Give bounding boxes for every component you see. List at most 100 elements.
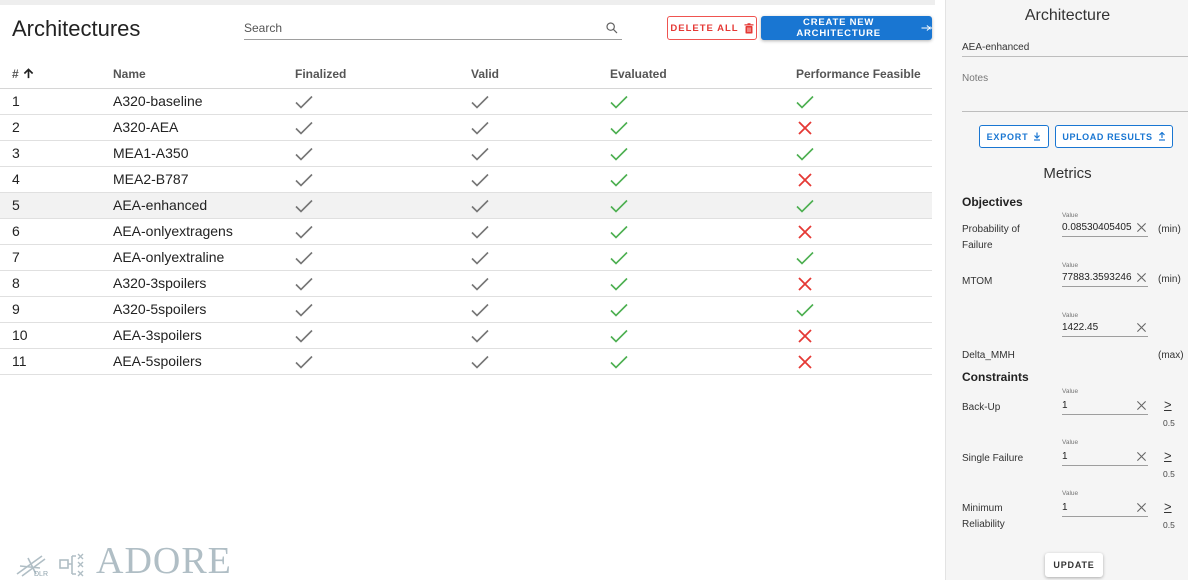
- constraint-threshold: 0.5: [1163, 520, 1175, 530]
- objective-direction: (max): [1158, 350, 1184, 361]
- trash-icon: [744, 22, 754, 33]
- objective-value-input[interactable]: 1422.45: [1062, 321, 1148, 337]
- page-title: Architectures: [12, 16, 141, 41]
- architectures-panel: Architectures DELETE ALL CREATE NEW ARCH…: [0, 0, 945, 580]
- column-header-number[interactable]: #: [0, 60, 113, 89]
- table-row[interactable]: 5 AEA-enhanced: [0, 192, 932, 219]
- close-icon[interactable]: [1136, 451, 1147, 462]
- table-row[interactable]: 3 MEA1-A350: [0, 140, 932, 167]
- table-row[interactable]: 4 MEA2-B787: [0, 166, 932, 193]
- check-icon: [471, 304, 489, 317]
- row-valid: [471, 192, 610, 219]
- table-row[interactable]: 8 A320-3spoilers: [0, 270, 932, 297]
- arrow-up-icon[interactable]: [23, 67, 34, 79]
- check-icon: [610, 278, 628, 291]
- architecture-name-value: AEA-enhanced: [962, 42, 1030, 53]
- row-valid: [471, 322, 610, 349]
- row-valid: [471, 244, 610, 271]
- row-valid: [471, 270, 610, 297]
- row-valid: [471, 296, 610, 323]
- table-row[interactable]: 9 A320-5spoilers: [0, 296, 932, 323]
- column-header-evaluated[interactable]: Evaluated: [610, 60, 796, 89]
- metric-value: 1: [1062, 451, 1068, 462]
- row-performance-feasible: [796, 270, 932, 297]
- check-icon: [471, 330, 489, 343]
- table-row[interactable]: 2 A320-AEA: [0, 114, 932, 141]
- create-architecture-button[interactable]: CREATE NEW ARCHITECTURE: [761, 16, 932, 40]
- check-icon: [471, 200, 489, 213]
- constraint-value-input[interactable]: 1: [1062, 450, 1148, 466]
- close-icon[interactable]: [1136, 400, 1147, 411]
- cross-icon: [798, 173, 812, 187]
- row-performance-feasible: [796, 244, 932, 271]
- check-icon: [796, 96, 814, 109]
- check-icon: [610, 148, 628, 161]
- arrow-link-icon: [921, 25, 932, 31]
- constraint-operator: >: [1164, 499, 1172, 514]
- top-divider: [0, 0, 935, 5]
- close-icon[interactable]: [1136, 502, 1147, 513]
- row-name: MEA2-B787: [113, 166, 295, 193]
- check-icon: [610, 174, 628, 187]
- logo-org-text: DLR: [34, 571, 49, 578]
- column-header-name[interactable]: Name: [113, 60, 295, 89]
- constraint-value-input[interactable]: 1: [1062, 501, 1148, 517]
- upload-results-button[interactable]: UPLOAD RESULTS: [1055, 125, 1173, 148]
- row-performance-feasible: [796, 218, 932, 245]
- row-evaluated: [610, 192, 796, 219]
- metric-label: Single Failure: [962, 453, 1024, 464]
- column-header-finalized[interactable]: Finalized: [295, 60, 471, 89]
- export-button[interactable]: EXPORT: [979, 125, 1049, 148]
- download-icon: [1034, 132, 1041, 141]
- column-header-performance-feasible[interactable]: Performance Feasible: [796, 60, 932, 89]
- close-icon[interactable]: [1136, 322, 1147, 333]
- row-evaluated: [610, 140, 796, 167]
- row-performance-feasible: [796, 140, 932, 167]
- row-number: 5: [0, 192, 113, 219]
- close-icon[interactable]: [1136, 272, 1147, 283]
- update-button[interactable]: UPDATE: [1045, 553, 1103, 577]
- row-number: 7: [0, 244, 113, 271]
- table-row[interactable]: 1 A320-baseline: [0, 88, 932, 115]
- objective-value-input[interactable]: 0.08530405405: [1062, 221, 1148, 237]
- row-finalized: [295, 244, 471, 271]
- row-finalized: [295, 270, 471, 297]
- metric-label: MTOM: [962, 276, 993, 287]
- row-performance-feasible: [796, 166, 932, 193]
- value-caption: Value: [1062, 262, 1079, 269]
- row-finalized: [295, 88, 471, 115]
- app-root: Architectures DELETE ALL CREATE NEW ARCH…: [0, 0, 1188, 580]
- row-name: AEA-5spoilers: [113, 348, 295, 375]
- notes-field[interactable]: Notes: [962, 68, 1188, 112]
- table-row[interactable]: 7 AEA-onlyextraline: [0, 244, 932, 271]
- row-performance-feasible: [796, 88, 932, 115]
- table-row[interactable]: 10 AEA-3spoilers: [0, 322, 932, 349]
- table-row[interactable]: 11 AEA-5spoilers: [0, 348, 932, 375]
- row-finalized: [295, 192, 471, 219]
- row-evaluated: [610, 296, 796, 323]
- row-evaluated: [610, 244, 796, 271]
- row-valid: [471, 140, 610, 167]
- metric-label: Minimum Reliability: [962, 503, 1005, 530]
- constraint-back-up: Back-Up Value 1 > 0.5: [962, 388, 1188, 432]
- search-icon[interactable]: [604, 20, 620, 36]
- row-performance-feasible: [796, 114, 932, 141]
- table-row[interactable]: 6 AEA-onlyextragens: [0, 218, 932, 245]
- search-input[interactable]: [244, 18, 594, 38]
- search-box[interactable]: [244, 18, 622, 40]
- check-icon: [471, 278, 489, 291]
- check-icon: [295, 122, 313, 135]
- check-icon: [610, 252, 628, 265]
- row-valid: [471, 348, 610, 375]
- objective-value-input[interactable]: 77883.35932469: [1062, 271, 1148, 287]
- value-caption: Value: [1062, 388, 1079, 395]
- check-icon: [471, 96, 489, 109]
- architecture-name-field[interactable]: AEA-enhanced: [962, 37, 1188, 57]
- constraint-value-input[interactable]: 1: [1062, 399, 1148, 415]
- close-icon[interactable]: [1136, 222, 1147, 233]
- upload-results-label: UPLOAD RESULTS: [1062, 131, 1153, 142]
- column-header-valid[interactable]: Valid: [471, 60, 610, 89]
- cross-icon: [798, 329, 812, 343]
- delete-all-button[interactable]: DELETE ALL: [667, 16, 757, 40]
- row-number: 2: [0, 114, 113, 141]
